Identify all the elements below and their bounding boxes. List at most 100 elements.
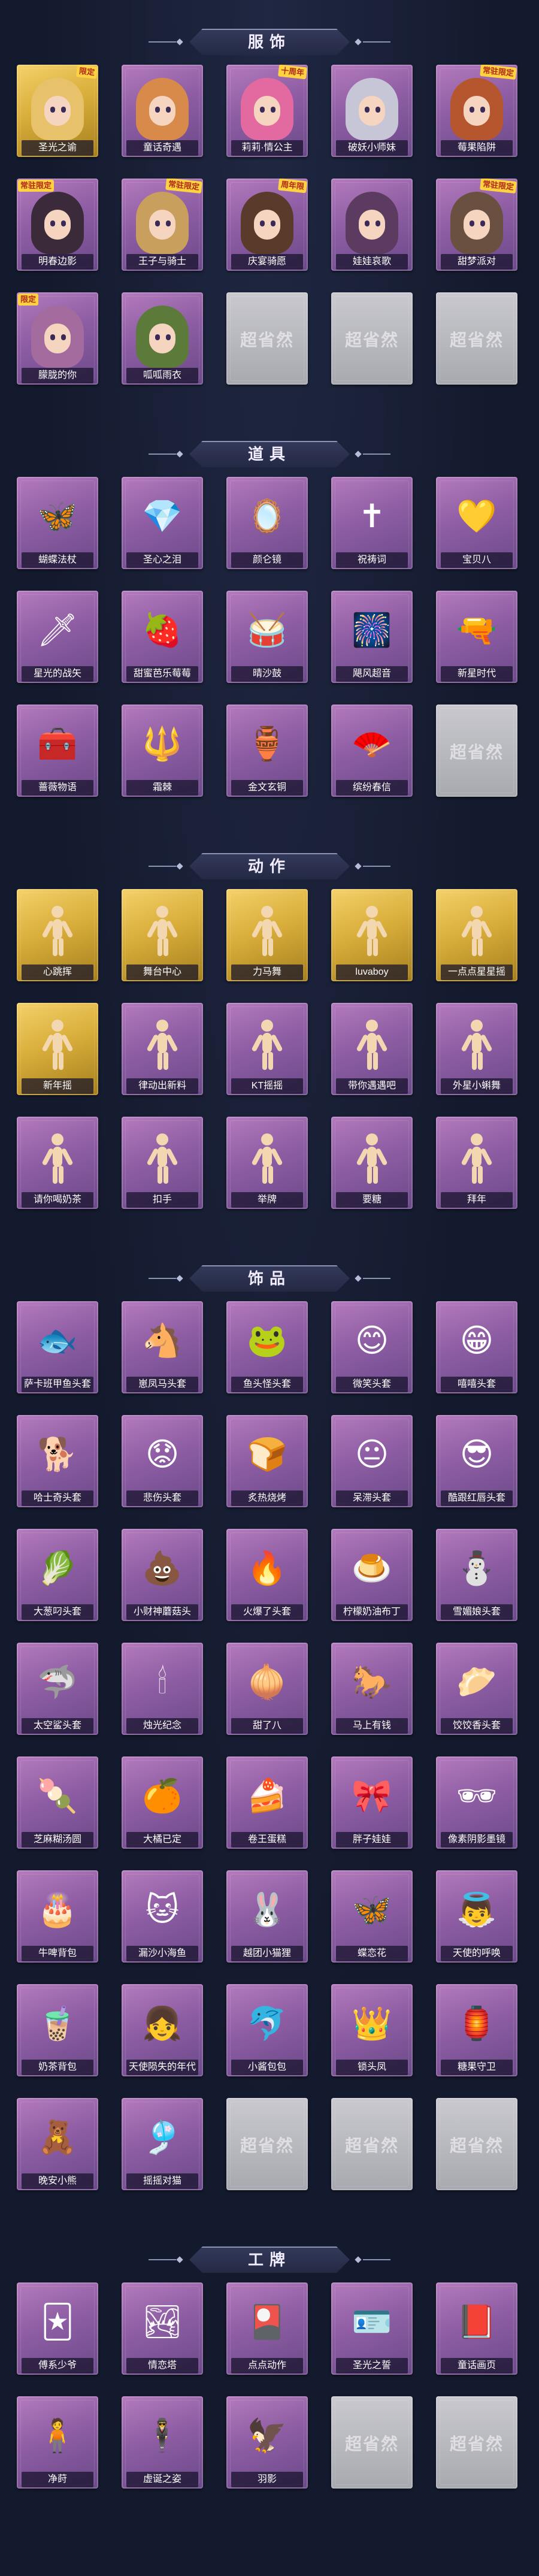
item-card[interactable]: 👧 天使陨失的年代 [122, 1984, 203, 2091]
item-card[interactable]: 🐬 小酱包包 [226, 1984, 308, 2091]
item-card[interactable]: 🧋 奶茶背包 [17, 1984, 98, 2091]
item-frame: 🦋 蝶恋花 [331, 1870, 413, 1963]
item-card[interactable]: 呱呱雨衣 [122, 292, 203, 399]
item-card[interactable]: 力马舞 [226, 889, 308, 996]
item-icon: 🎂 [37, 1892, 78, 1928]
item-card[interactable]: 🕶 像素阴影墨镜 [436, 1756, 517, 1863]
item-card[interactable]: 😁 嘻嘻头套 [436, 1301, 517, 1408]
item-card[interactable]: 🐴 崽凤马头套 [122, 1301, 203, 1408]
item-card[interactable]: 常驻限定 甜梦派对 [436, 179, 517, 285]
item-card[interactable]: 外星小蝌舞 [436, 1003, 517, 1109]
item-card[interactable]: 🔫 新星时代 [436, 591, 517, 697]
item-card[interactable]: 十周年 莉莉·情公主 [226, 65, 308, 171]
item-card[interactable]: 🏺 金文玄铜 [226, 705, 308, 811]
item-card[interactable]: 🐱 漏沙小海鱼 [122, 1870, 203, 1977]
item-frame: 🃏 傅系少爷 [17, 2282, 98, 2375]
item-card[interactable]: 💎 圣心之泪 [122, 477, 203, 583]
item-card[interactable]: 🍓 甜蜜芭乐莓莓 [122, 591, 203, 697]
item-card[interactable]: 娃娃哀歌 [331, 179, 413, 285]
item-card[interactable]: 🦈 太空鲨头套 [17, 1643, 98, 1749]
item-frame: 🦈 太空鲨头套 [17, 1643, 98, 1735]
item-card[interactable]: 🃏 傅系少爷 [17, 2282, 98, 2389]
item-card[interactable]: 🏞 情恋塔 [122, 2282, 203, 2389]
section-1: 道具 🦋 蝴蝶法杖 💎 圣心之泪 🪞 颜仑镜 ✝ 祝祷词 💛 宝贝八 🗡 星光的战矢 🍓 甜蜜芭乐莓莓 🥁 晴沙… [0, 430, 539, 818]
item-card[interactable]: 👼 天使的呼唤 [436, 1870, 517, 1977]
item-card[interactable]: 🎆 飓风超音 [331, 591, 413, 697]
item-card[interactable]: ⛄ 雪媚娘头套 [436, 1529, 517, 1635]
item-card[interactable]: 🍰 卷王蛋糕 [226, 1756, 308, 1863]
item-card[interactable]: 带你遇遇吧 [331, 1003, 413, 1109]
emote-pose-icon [461, 1133, 493, 1184]
item-card[interactable]: 🦋 蝴蝶法杖 [17, 477, 98, 583]
item-card[interactable]: 🪪 圣光之誓 [331, 2282, 413, 2389]
item-card[interactable]: 童话奇遇 [122, 65, 203, 171]
item-card[interactable]: 🧍 净莳 [17, 2396, 98, 2503]
item-card[interactable]: 😊 微笑头套 [331, 1301, 413, 1408]
item-name: 饺饺香头套 [441, 1718, 513, 1734]
item-card[interactable]: 🥬 大葱叼头套 [17, 1529, 98, 1635]
item-card[interactable]: 🎂 牛啤背包 [17, 1870, 98, 1977]
item-name: 净莳 [22, 2472, 93, 2487]
item-card[interactable]: 周年限 庆宴骑愿 [226, 179, 308, 285]
item-card[interactable]: 💛 宝贝八 [436, 477, 517, 583]
item-card[interactable]: KT摇摇 [226, 1003, 308, 1109]
item-card[interactable]: 要糖 [331, 1117, 413, 1223]
item-card[interactable]: 🦅 羽影 [226, 2396, 308, 2503]
item-card[interactable]: 🧸 晚安小熊 [17, 2098, 98, 2205]
item-card[interactable]: 🐸 鱼头怪头套 [226, 1301, 308, 1408]
item-card[interactable]: 😐 呆滞头套 [331, 1415, 413, 1522]
item-card[interactable]: 🔱 霜棘 [122, 705, 203, 811]
item-card[interactable]: 🥁 晴沙鼓 [226, 591, 308, 697]
item-card[interactable]: 限定 圣光之谕 [17, 65, 98, 171]
item-card[interactable]: 😎 酷跟红唇头套 [436, 1415, 517, 1522]
item-card[interactable]: 🍮 柠檬奶油布丁 [331, 1529, 413, 1635]
item-icon: 🍰 [247, 1778, 287, 1814]
item-card[interactable]: 💩 小财神蘑菇头 [122, 1529, 203, 1635]
item-card[interactable]: 😟 悲伤头套 [122, 1415, 203, 1522]
item-card[interactable]: 🪭 缤纷春信 [331, 705, 413, 811]
item-card[interactable]: 舞台中心 [122, 889, 203, 996]
item-card[interactable]: 👑 锁头凤 [331, 1984, 413, 2091]
item-card[interactable]: 律动出新料 [122, 1003, 203, 1109]
item-frame: 律动出新料 [122, 1003, 203, 1095]
item-card[interactable]: 🕴 虚诞之姿 [122, 2396, 203, 2503]
item-card[interactable]: 🍞 炙热烧烤 [226, 1415, 308, 1522]
item-card[interactable]: 限定 朦胧的你 [17, 292, 98, 399]
item-card[interactable]: 🍡 芝麻糊汤圆 [17, 1756, 98, 1863]
item-card[interactable]: 一点点星星摇 [436, 889, 517, 996]
item-card[interactable]: 🐟 萨卡班甲鱼头套 [17, 1301, 98, 1408]
item-card[interactable]: 新年摇 [17, 1003, 98, 1109]
item-card[interactable]: 举牌 [226, 1117, 308, 1223]
item-card[interactable]: 🕯 烛光纪念 [122, 1643, 203, 1749]
item-card[interactable]: 🐕 哈士奇头套 [17, 1415, 98, 1522]
item-card[interactable]: 🏮 糖果守卫 [436, 1984, 517, 2091]
item-card[interactable]: 请你喝奶茶 [17, 1117, 98, 1223]
item-card[interactable]: 🧅 甜了八 [226, 1643, 308, 1749]
item-card[interactable]: 🧰 蔷薇物语 [17, 705, 98, 811]
item-card[interactable]: 常驻限定 莓果陷阱 [436, 65, 517, 171]
item-card[interactable]: 扣手 [122, 1117, 203, 1223]
item-card[interactable]: 🗡 星光的战矢 [17, 591, 98, 697]
item-card[interactable]: 🦋 蝶恋花 [331, 1870, 413, 1977]
item-card[interactable]: 🎐 摇摇对猫 [122, 2098, 203, 2205]
item-card[interactable]: 心跳挥 [17, 889, 98, 996]
item-card[interactable]: luvaboy [331, 889, 413, 996]
item-card[interactable]: 🪞 颜仑镜 [226, 477, 308, 583]
character-portrait [241, 78, 293, 140]
item-card[interactable]: 🐰 越团小猫狸 [226, 1870, 308, 1977]
item-card[interactable]: 🔥 火爆了头套 [226, 1529, 308, 1635]
item-card[interactable]: 🎴 点点动作 [226, 2282, 308, 2389]
item-card[interactable]: 🥟 饺饺香头套 [436, 1643, 517, 1749]
item-name: 朦胧的你 [22, 368, 93, 383]
item-card[interactable]: 🐎 马上有钱 [331, 1643, 413, 1749]
item-card[interactable]: 破妖小师妹 [331, 65, 413, 171]
item-card[interactable]: 常驻限定 王子与骑士 [122, 179, 203, 285]
item-card[interactable]: 拜年 [436, 1117, 517, 1223]
item-card[interactable]: 常驻限定 明春边影 [17, 179, 98, 285]
item-card[interactable]: ✝ 祝祷词 [331, 477, 413, 583]
emote-pose-icon [251, 1020, 283, 1070]
item-card[interactable]: 📕 童话画页 [436, 2282, 517, 2389]
item-frame [436, 2396, 517, 2489]
item-card[interactable]: 🎀 胖子娃娃 [331, 1756, 413, 1863]
item-card[interactable]: 🍊 大橘已定 [122, 1756, 203, 1863]
